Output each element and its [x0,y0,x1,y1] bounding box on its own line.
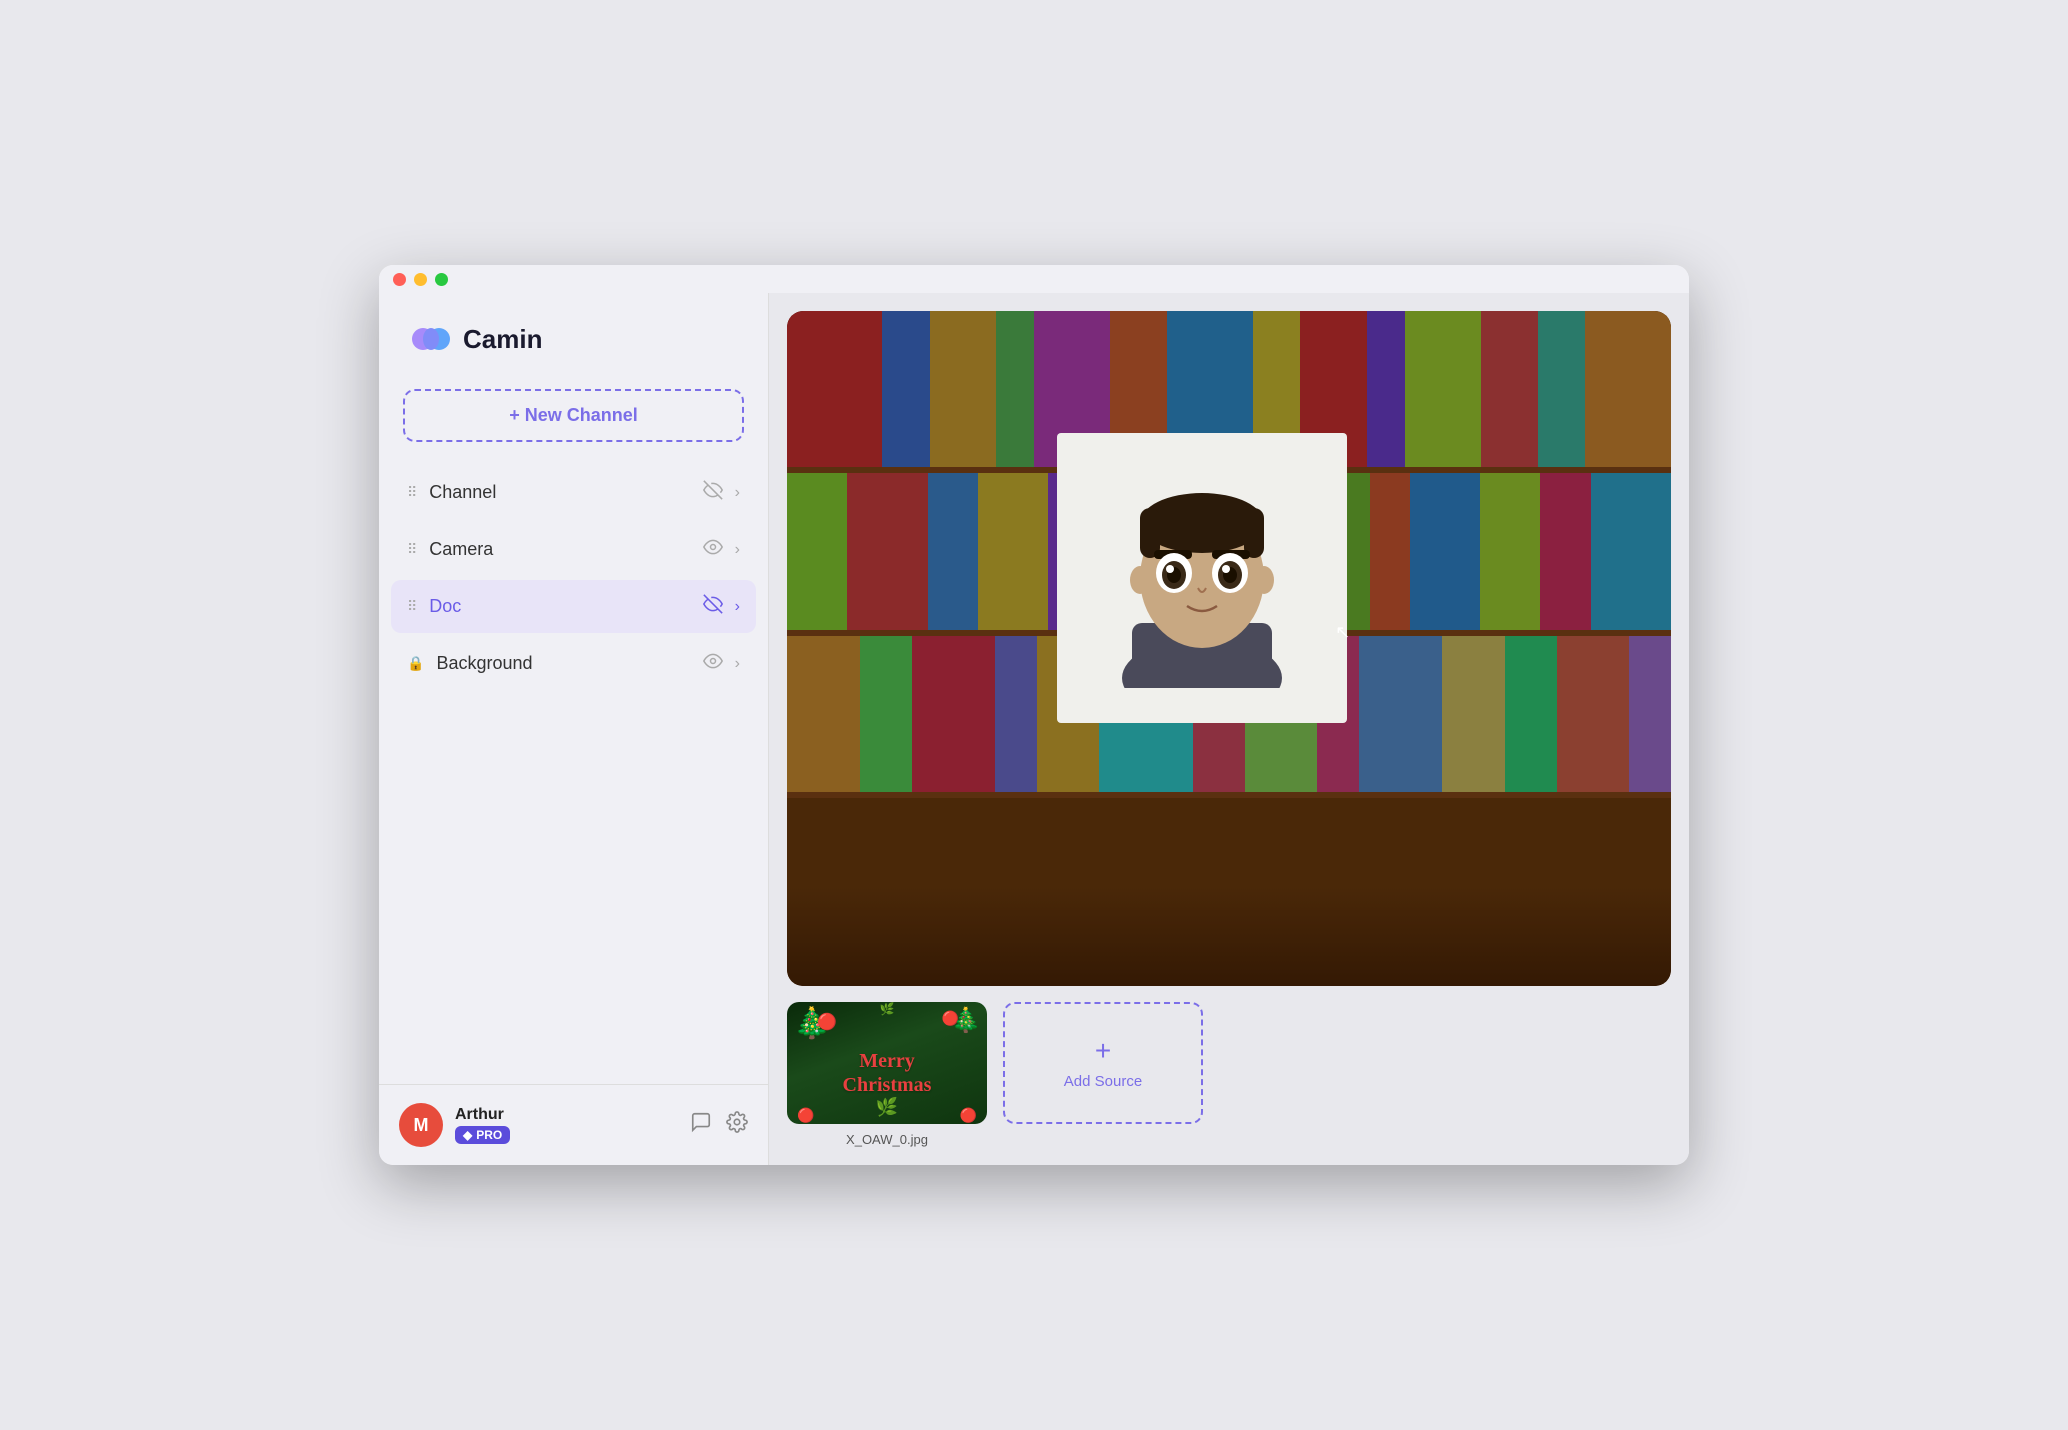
eye-icon[interactable] [703,537,723,562]
sidebar-item-label: Doc [429,596,690,617]
user-name: Arthur [455,1106,678,1124]
chevron-right-icon: › [735,541,740,559]
sidebar-item-label: Background [436,653,690,674]
drag-handle-icon: ⠿ [407,541,417,558]
video-wrapper: ↖ [787,311,1671,986]
chevron-right-icon: › [735,484,740,502]
source-thumbnail[interactable]: 🎄 🎄 🔴 🔴 🌿 MerryChristmas 🌿 🔴 🔴 [787,1002,987,1124]
sidebar-item-camera[interactable]: ⠿ Camera › [391,523,756,576]
eye-icon[interactable] [703,651,723,676]
source-label: X_OAW_0.jpg [846,1132,928,1147]
person-overlay [1057,433,1347,723]
sidebar-item-label: Camera [429,539,690,560]
pro-badge: ◆ PRO [455,1126,510,1144]
add-source-button[interactable]: + Add Source [1003,1002,1203,1124]
new-channel-button[interactable]: + New Channel [403,389,744,442]
drag-handle-icon: ⠿ [407,598,417,615]
settings-icon[interactable] [726,1111,748,1139]
sidebar-item-channel[interactable]: ⠿ Channel › [391,466,756,519]
source-item: 🎄 🎄 🔴 🔴 🌿 MerryChristmas 🌿 🔴 🔴 X_OAW_0.j [787,1002,987,1147]
maximize-button[interactable] [435,273,448,286]
sidebar-item-label: Channel [429,482,690,503]
title-bar [379,265,1689,293]
video-preview: ↖ [787,311,1671,986]
sidebar-footer: M Arthur ◆ PRO [379,1084,768,1165]
user-info: Arthur ◆ PRO [455,1106,678,1144]
add-source-item: + Add Source [1003,1002,1203,1147]
drag-handle-icon: ⠿ [407,484,417,501]
sidebar: Camin + New Channel ⠿ Channel › [379,265,769,1165]
sources-panel: 🎄 🎄 🔴 🔴 🌿 MerryChristmas 🌿 🔴 🔴 X_OAW_0.j [787,986,1671,1147]
chevron-right-icon: › [735,598,740,616]
app-name: Camin [463,324,542,355]
logo-area: Camin [379,293,768,389]
chat-icon[interactable] [690,1111,712,1139]
chevron-right-icon: › [735,655,740,673]
footer-icons [690,1111,748,1139]
app-window: Camin + New Channel ⠿ Channel › [379,265,1689,1165]
avatar: M [399,1103,443,1147]
eye-slash-icon[interactable] [703,480,723,505]
add-source-plus-icon: + [1095,1037,1111,1065]
app-logo-icon [409,317,453,361]
sidebar-item-background[interactable]: 🔒 Background › [391,637,756,690]
close-button[interactable] [393,273,406,286]
lock-icon: 🔒 [407,655,424,672]
video-bg: ↖ [787,311,1671,986]
main-content: ↖ [769,293,1689,1165]
add-source-label: Add Source [1064,1073,1142,1090]
sidebar-item-doc[interactable]: ⠿ Doc › [391,580,756,633]
cartoon-avatar-svg [1102,468,1302,688]
nav-list: ⠿ Channel › ⠿ Camera [379,466,768,1084]
christmas-card-preview: 🎄 🎄 🔴 🔴 🌿 MerryChristmas 🌿 🔴 🔴 [787,1002,987,1124]
diamond-icon: ◆ [463,1128,472,1142]
new-channel-label: + New Channel [509,405,638,426]
christmas-card-text: MerryChristmas [843,1049,932,1097]
minimize-button[interactable] [414,273,427,286]
traffic-lights [393,273,448,286]
eye-slash-active-icon[interactable] [703,594,723,619]
